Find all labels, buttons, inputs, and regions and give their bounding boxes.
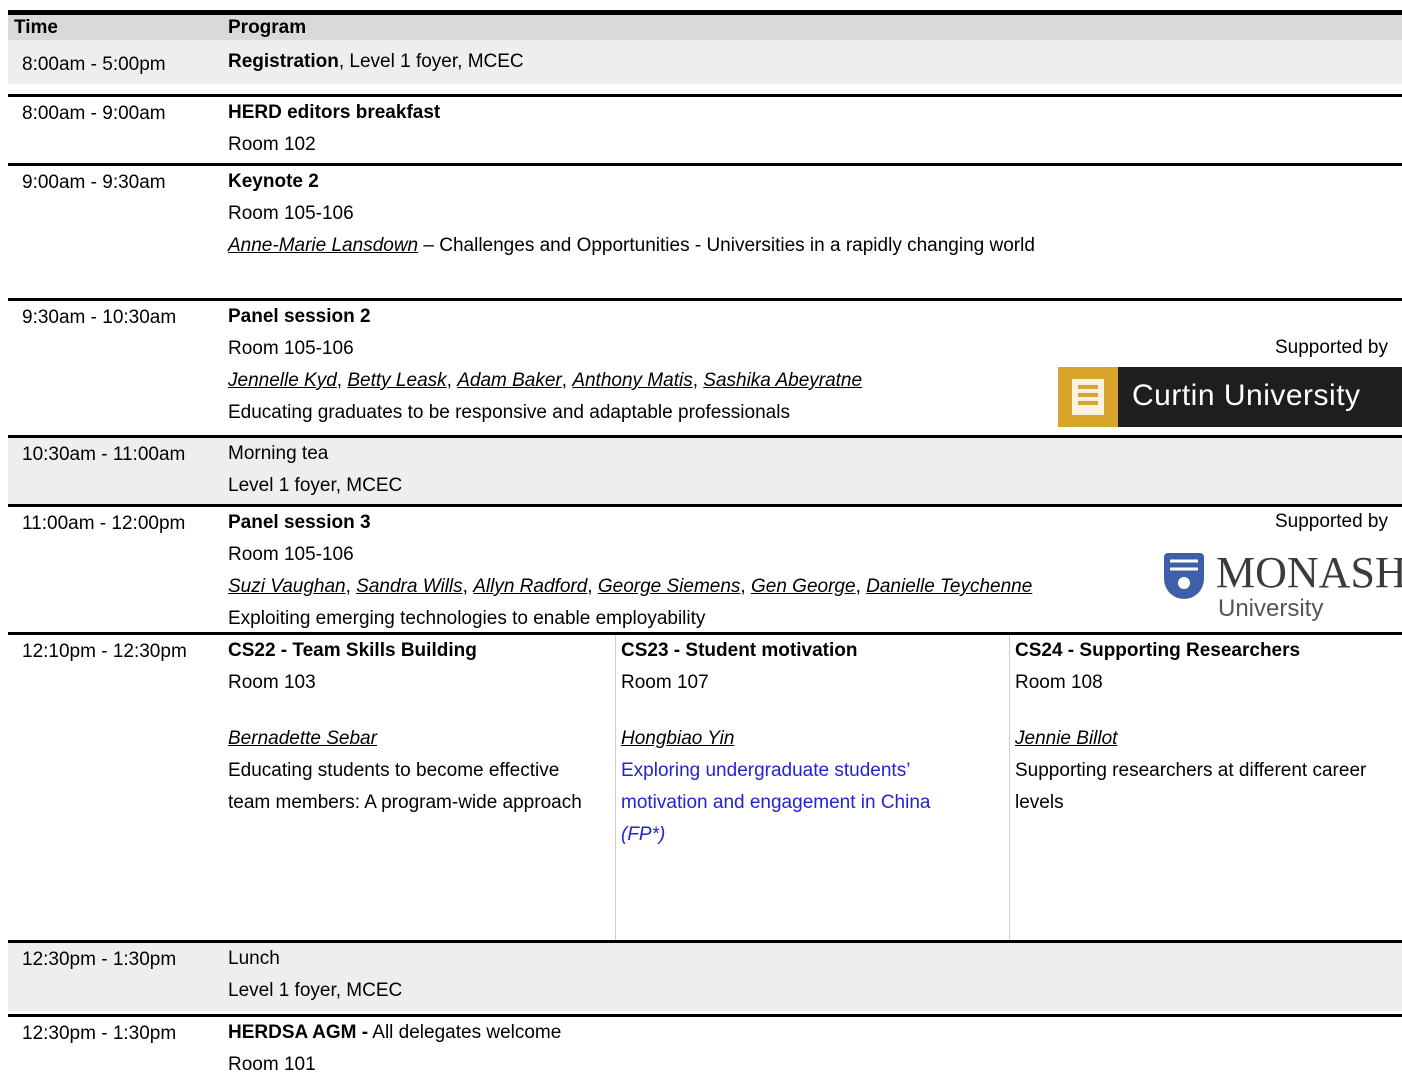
row-title: HERDSA AGM - [228, 1022, 369, 1043]
speaker-link[interactable]: George Siemens [598, 576, 741, 597]
speaker-link[interactable]: Gen George [751, 576, 856, 597]
speaker-link[interactable]: Jennie Billot [1015, 728, 1117, 749]
speaker-link[interactable]: Anthony Matis [572, 370, 692, 391]
session-room: Room 107 [621, 672, 709, 693]
row-location: , Level 1 foyer, MCEC [338, 51, 524, 72]
schedule-row-herdsa-agm: 12:30pm - 1:30pm HERDSA AGM - All delega… [8, 1014, 1402, 1086]
session-cs22: CS22 - Team Skills Building Room 103 Ber… [228, 635, 598, 819]
schedule-row-herd-breakfast: 8:00am - 9:00am HERD editors breakfast R… [8, 94, 1402, 165]
row-subtitle: All delegates welcome [368, 1022, 562, 1043]
session-description: Supporting researchers at different care… [1015, 760, 1367, 813]
speaker-list: Suzi Vaughan, Sandra Wills, Allyn Radfor… [228, 576, 1033, 597]
speaker-link[interactable]: Betty Leask [347, 370, 446, 391]
row-time: 12:10pm - 12:30pm [22, 641, 187, 662]
full-paper-tag: (FP*) [621, 824, 666, 845]
speaker-link[interactable]: Bernadette Sebar [228, 728, 377, 749]
supported-by-label: Supported by [1274, 337, 1388, 358]
row-title: Panel session 3 [228, 512, 371, 533]
session-description: Exploiting emerging technologies to enab… [228, 608, 706, 629]
schedule-row-concurrent-sessions: 12:10pm - 12:30pm CS22 - Team Skills Bui… [8, 632, 1402, 941]
row-time: 10:30am - 11:00am [22, 444, 186, 465]
speaker-link[interactable]: Allyn Radford [473, 576, 587, 597]
row-title: Keynote 2 [228, 171, 319, 192]
row-time: 8:00am - 5:00pm [22, 54, 166, 75]
speaker-link[interactable]: Hongbiao Yin [621, 728, 734, 749]
curtin-logo: Curtin University [1058, 367, 1402, 427]
row-title: HERD editors breakfast [228, 102, 441, 123]
row-room: Room 105-106 [228, 203, 354, 224]
speaker-list: Jennelle Kyd, Betty Leask, Adam Baker, A… [228, 370, 863, 391]
program-column-header: Program [228, 17, 307, 38]
session-title: CS22 - Team Skills Building [228, 640, 477, 661]
row-title: Morning tea [228, 443, 329, 464]
row-title: Lunch [228, 948, 280, 969]
session-cs23: CS23 - Student motivation Room 107 Hongb… [621, 635, 991, 851]
sponsor-subtitle: University [1218, 595, 1324, 622]
session-description: Educating graduates to be responsive and… [228, 402, 790, 423]
speaker-link[interactable]: Suzi Vaughan [228, 576, 346, 597]
monash-crest-icon [1164, 553, 1204, 599]
column-divider [1009, 635, 1010, 941]
sponsor-name: Curtin University [1132, 379, 1361, 412]
time-column-header: Time [14, 17, 59, 38]
supported-by-label: Supported by [1274, 511, 1388, 532]
row-room: Level 1 foyer, MCEC [228, 475, 403, 496]
row-room: Room 101 [228, 1054, 316, 1075]
row-room: Level 1 foyer, MCEC [228, 980, 403, 1001]
session-description: – Challenges and Opportunities - Univers… [418, 235, 1035, 256]
row-room: Room 105-106 [228, 338, 354, 359]
session-description-link[interactable]: Exploring undergraduate students’ motiva… [621, 755, 966, 851]
row-time: 12:30pm - 1:30pm [22, 1023, 177, 1044]
sponsor-name: MONASH [1216, 548, 1402, 597]
schedule-row-panel-2: 9:30am - 10:30am Panel session 2 Room 10… [8, 298, 1402, 432]
speaker-link[interactable]: Danielle Teychenne [866, 576, 1032, 597]
row-room: Room 105-106 [228, 544, 354, 565]
row-time: 8:00am - 9:00am [22, 103, 166, 124]
schedule-row-panel-3: 11:00am - 12:00pm Panel session 3 Room 1… [8, 504, 1402, 633]
speaker-link[interactable]: Anne-Marie Lansdown [228, 235, 418, 256]
session-cs24: CS24 - Supporting Researchers Room 108 J… [1015, 635, 1395, 819]
speaker-link[interactable]: Jennelle Kyd [228, 370, 337, 391]
curtin-crest-icon [1058, 367, 1118, 427]
row-time: 9:30am - 10:30am [22, 307, 177, 328]
speaker-link[interactable]: Adam Baker [457, 370, 562, 391]
session-description: Educating students to become effective t… [228, 760, 582, 813]
session-room: Room 103 [228, 672, 316, 693]
schedule-row-lunch: 12:30pm - 1:30pm Lunch Level 1 foyer, MC… [8, 940, 1402, 1011]
row-title: Registration [228, 51, 339, 72]
row-time: 9:00am - 9:30am [22, 172, 166, 193]
row-time: 12:30pm - 1:30pm [22, 949, 177, 970]
column-divider [615, 635, 616, 941]
schedule-row-keynote: 9:00am - 9:30am Keynote 2 Room 105-106 A… [8, 163, 1402, 292]
row-title: Panel session 2 [228, 306, 371, 327]
row-time: 11:00am - 12:00pm [22, 513, 186, 534]
monash-logo: MONASH University [1150, 543, 1402, 623]
session-title: CS23 - Student motivation [621, 640, 858, 661]
speaker-link[interactable]: Sandra Wills [356, 576, 462, 597]
speaker-link[interactable]: Sashika Abeyratne [703, 370, 862, 391]
table-header: Time Program [0, 0, 1402, 40]
row-room: Room 102 [228, 134, 316, 155]
schedule-row-registration: 8:00am - 5:00pm Registration, Level 1 fo… [8, 40, 1402, 84]
session-title: CS24 - Supporting Researchers [1015, 640, 1301, 661]
schedule-row-morning-tea: 10:30am - 11:00am Morning tea Level 1 fo… [8, 435, 1402, 506]
session-room: Room 108 [1015, 672, 1103, 693]
